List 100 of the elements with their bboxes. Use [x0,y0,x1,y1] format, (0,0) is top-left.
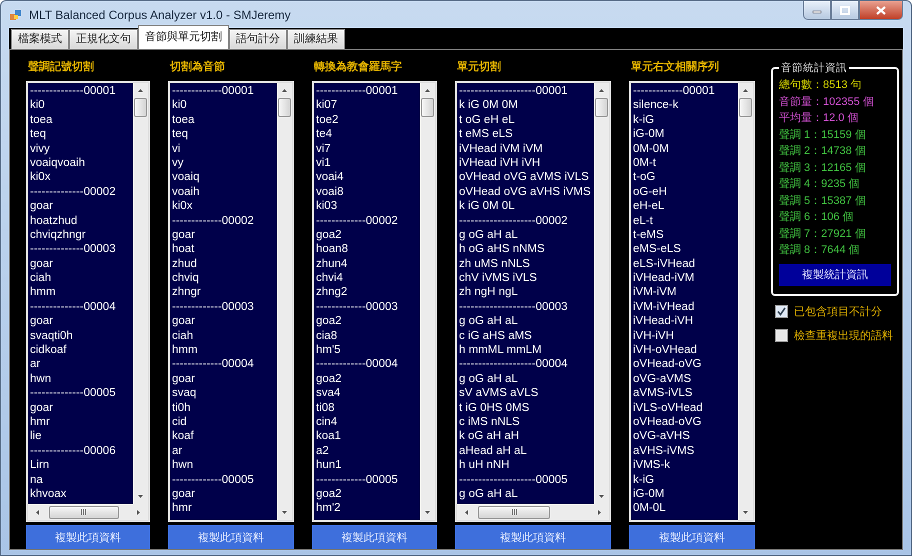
arrow-icon[interactable] [137,493,144,500]
list-item[interactable]: vi [172,142,277,156]
list-item[interactable]: k-iG [633,472,738,487]
checkbox-label[interactable]: 已包含項目不計分 [794,304,882,318]
list-item[interactable]: oVHead-oVG [633,357,738,372]
list-item[interactable]: k oG aH aH [459,429,594,444]
copy-button[interactable]: 複製此項資料 [26,525,150,549]
list-item[interactable]: k iG 0M 0M [459,98,594,113]
list-item[interactable]: iVM-iVHead [633,300,738,314]
list-item[interactable]: svaq [172,386,277,401]
list-item[interactable]: goar [172,314,277,329]
list-item[interactable]: goar [30,314,133,329]
list-item[interactable]: -------------00001 [316,84,420,98]
list-item[interactable]: iVH-iVH [633,328,738,344]
list-box[interactable] [629,81,755,522]
list-item[interactable]: hun1 [316,458,420,473]
list-item[interactable]: 0M-0L [633,501,738,516]
checkbox[interactable] [775,328,788,342]
list-item[interactable]: eMS-eLS [633,242,738,257]
scroll-thumb[interactable] [478,506,550,518]
arrow-icon[interactable] [596,508,603,516]
list-item[interactable]: aVHS-iVMS [633,444,738,458]
list-item[interactable]: --------------00002 [30,184,133,200]
list-item[interactable]: --------------00005 [30,386,133,401]
list-item[interactable]: zh ngH ngL [459,285,594,300]
list-item[interactable]: oVG-aVMS [633,372,738,386]
list-item[interactable]: hmr [172,501,277,516]
list-item[interactable]: oVHead oVG aVMS iVLS [459,170,594,185]
list-item[interactable]: zhng2 [316,285,420,300]
list-item[interactable]: ciah [30,271,133,286]
list-item[interactable]: goar [30,256,133,272]
list-item[interactable]: iVHead-iVH [633,314,738,329]
list-item[interactable]: voaiqvoaih [30,156,133,170]
checkbox[interactable] [775,304,788,318]
list-item[interactable]: voai8 [316,184,420,200]
list-item[interactable]: --------------------00001 [459,84,594,98]
list-item[interactable]: voaih [172,184,277,200]
list-item[interactable]: vi1 [316,156,420,170]
list-item[interactable]: goar [172,486,277,502]
list-item[interactable]: goa2 [316,228,420,242]
list-item[interactable]: hoat [172,242,277,257]
list-item[interactable]: -------------00004 [316,357,420,372]
list-item[interactable]: chviqzhngr [30,228,133,242]
list-item[interactable]: g oG aH aL [459,372,594,386]
list-item[interactable]: zhun4 [316,256,420,272]
list-item[interactable]: --------------------00005 [459,472,594,487]
list-item[interactable]: -------------00001 [633,84,738,98]
list-item[interactable]: iVMS-k [633,458,738,473]
list-box[interactable] [312,81,437,522]
list-item[interactable]: khvoax [30,486,133,502]
list-item[interactable]: ki07 [316,98,420,113]
tab[interactable]: 訓練結果 [287,29,345,49]
list-item[interactable]: iVM-iVM [633,285,738,300]
list-item[interactable]: goar [172,372,277,386]
tab[interactable]: 正規化文句 [69,29,138,49]
list-item[interactable]: eL-t [633,214,738,228]
scroll-thumb[interactable] [739,98,752,117]
list-item[interactable]: h oG aHS nNMS [459,242,594,257]
list-item[interactable]: hmm [30,285,133,300]
list-item[interactable]: t eMS eLS [459,127,594,142]
list-item[interactable]: ki0x [172,199,277,214]
scroll-thumb[interactable] [421,98,434,117]
list-item[interactable]: zhud [172,256,277,272]
copy-button[interactable]: 複製此項資料 [312,525,437,549]
list-item[interactable]: -------------00002 [316,214,420,228]
copy-button[interactable]: 複製此項資料 [629,525,755,549]
arrow-icon[interactable] [137,87,144,94]
tab[interactable]: 語句計分 [229,29,287,49]
list-item[interactable]: -------------00003 [172,300,277,314]
list-item[interactable]: ki0 [172,98,277,113]
list-item[interactable]: goar [172,228,277,242]
list-item[interactable]: 0M-t [633,156,738,170]
list-item[interactable]: toea [172,112,277,128]
list-item[interactable]: --------------00006 [30,444,133,458]
list-item[interactable]: ki03 [316,199,420,214]
list-item[interactable]: zhngr [172,285,277,300]
list-item[interactable]: ciah [172,328,277,344]
list-item[interactable]: na [30,472,133,487]
list-item[interactable]: teq [172,127,277,142]
scroll-thumb[interactable] [134,98,147,117]
scroll-thumb[interactable] [595,98,608,117]
list-item[interactable]: iVHead iVM iVM [459,142,594,156]
list-item[interactable]: cid [172,414,277,430]
list-item[interactable]: t oG eH eL [459,112,594,128]
arrow-icon[interactable] [424,509,431,516]
arrow-icon[interactable] [598,493,605,500]
list-item[interactable]: zh uMS nNLS [459,256,594,272]
list-item[interactable]: vivy [30,142,133,156]
list-item[interactable]: cidkoaf [30,343,133,358]
list-item[interactable]: ki0x [30,170,133,185]
list-item[interactable]: cin4 [316,414,420,430]
list-item[interactable]: hm'2 [316,501,420,516]
list-item[interactable]: Lirn [30,458,133,473]
list-item[interactable]: goa2 [316,372,420,386]
tab[interactable]: 檔案模式 [11,29,69,49]
checkbox-label[interactable]: 檢查重複出現的語料 [794,328,893,342]
list-item[interactable]: te4 [316,127,420,142]
list-item[interactable]: goar [30,400,133,415]
list-item[interactable]: ti0h [172,400,277,415]
list-item[interactable]: aHead aH aL [459,444,594,458]
